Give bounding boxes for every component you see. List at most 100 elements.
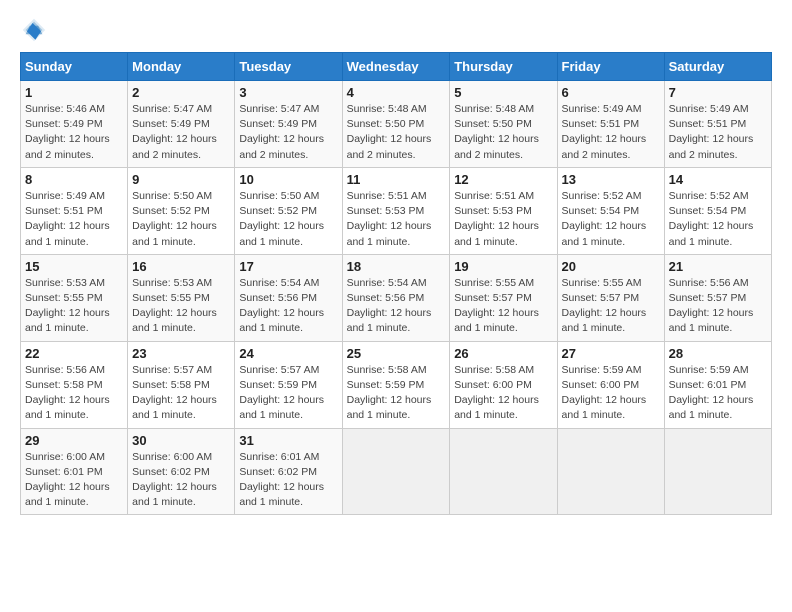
calendar-cell: 12 Sunrise: 5:51 AM Sunset: 5:53 PM Dayli… xyxy=(450,167,557,254)
calendar-cell: 31 Sunrise: 6:01 AM Sunset: 6:02 PM Dayli… xyxy=(235,428,342,515)
calendar-cell: 17 Sunrise: 5:54 AM Sunset: 5:56 PM Dayli… xyxy=(235,254,342,341)
logo-icon xyxy=(20,16,48,44)
day-number: 1 xyxy=(25,85,123,100)
day-info: Sunrise: 5:59 AM Sunset: 6:01 PM Dayligh… xyxy=(669,363,767,424)
calendar-cell: 16 Sunrise: 5:53 AM Sunset: 5:55 PM Dayli… xyxy=(128,254,235,341)
day-number: 20 xyxy=(562,259,660,274)
calendar-cell: 5 Sunrise: 5:48 AM Sunset: 5:50 PM Daylig… xyxy=(450,81,557,168)
calendar-week-row: 8 Sunrise: 5:49 AM Sunset: 5:51 PM Daylig… xyxy=(21,167,772,254)
day-info: Sunrise: 5:55 AM Sunset: 5:57 PM Dayligh… xyxy=(454,276,552,337)
calendar-cell: 15Sunrise: 5:53 AM Sunset: 5:55 PM Dayli… xyxy=(21,254,128,341)
day-info: Sunrise: 5:48 AM Sunset: 5:50 PM Dayligh… xyxy=(454,102,552,163)
calendar-cell xyxy=(342,428,450,515)
logo xyxy=(20,16,52,44)
day-number: 18 xyxy=(347,259,446,274)
day-info: Sunrise: 5:52 AM Sunset: 5:54 PM Dayligh… xyxy=(669,189,767,250)
day-info: Sunrise: 5:46 AM Sunset: 5:49 PM Dayligh… xyxy=(25,102,123,163)
calendar-cell: 2 Sunrise: 5:47 AM Sunset: 5:49 PM Daylig… xyxy=(128,81,235,168)
day-info: Sunrise: 6:00 AM Sunset: 6:01 PM Dayligh… xyxy=(25,450,123,511)
calendar-cell: 22Sunrise: 5:56 AM Sunset: 5:58 PM Dayli… xyxy=(21,341,128,428)
calendar-cell: 11 Sunrise: 5:51 AM Sunset: 5:53 PM Dayli… xyxy=(342,167,450,254)
calendar-cell: 26Sunrise: 5:58 AM Sunset: 6:00 PM Dayli… xyxy=(450,341,557,428)
calendar-cell: 23 Sunrise: 5:57 AM Sunset: 5:58 PM Dayli… xyxy=(128,341,235,428)
day-info: Sunrise: 5:54 AM Sunset: 5:56 PM Dayligh… xyxy=(347,276,446,337)
calendar-table: SundayMondayTuesdayWednesdayThursdayFrid… xyxy=(20,52,772,515)
day-number: 29 xyxy=(25,433,123,448)
day-info: Sunrise: 5:58 AM Sunset: 5:59 PM Dayligh… xyxy=(347,363,446,424)
calendar-cell: 4 Sunrise: 5:48 AM Sunset: 5:50 PM Daylig… xyxy=(342,81,450,168)
calendar-week-row: 22Sunrise: 5:56 AM Sunset: 5:58 PM Dayli… xyxy=(21,341,772,428)
calendar-cell: 30Sunrise: 6:00 AM Sunset: 6:02 PM Dayli… xyxy=(128,428,235,515)
calendar-cell xyxy=(664,428,771,515)
day-info: Sunrise: 5:47 AM Sunset: 5:49 PM Dayligh… xyxy=(132,102,230,163)
day-number: 14 xyxy=(669,172,767,187)
day-info: Sunrise: 5:56 AM Sunset: 5:57 PM Dayligh… xyxy=(669,276,767,337)
day-number: 13 xyxy=(562,172,660,187)
calendar-cell: 18 Sunrise: 5:54 AM Sunset: 5:56 PM Dayli… xyxy=(342,254,450,341)
day-info: Sunrise: 5:53 AM Sunset: 5:55 PM Dayligh… xyxy=(25,276,123,337)
day-info: Sunrise: 5:49 AM Sunset: 5:51 PM Dayligh… xyxy=(25,189,123,250)
page-header xyxy=(20,16,772,44)
day-info: Sunrise: 6:00 AM Sunset: 6:02 PM Dayligh… xyxy=(132,450,230,511)
day-info: Sunrise: 5:51 AM Sunset: 5:53 PM Dayligh… xyxy=(347,189,446,250)
day-info: Sunrise: 5:47 AM Sunset: 5:49 PM Dayligh… xyxy=(239,102,337,163)
day-number: 12 xyxy=(454,172,552,187)
day-info: Sunrise: 5:50 AM Sunset: 5:52 PM Dayligh… xyxy=(239,189,337,250)
day-info: Sunrise: 5:52 AM Sunset: 5:54 PM Dayligh… xyxy=(562,189,660,250)
day-info: Sunrise: 5:59 AM Sunset: 6:00 PM Dayligh… xyxy=(562,363,660,424)
day-number: 25 xyxy=(347,346,446,361)
calendar-cell: 6 Sunrise: 5:49 AM Sunset: 5:51 PM Daylig… xyxy=(557,81,664,168)
day-info: Sunrise: 5:51 AM Sunset: 5:53 PM Dayligh… xyxy=(454,189,552,250)
calendar-cell: 7 Sunrise: 5:49 AM Sunset: 5:51 PM Daylig… xyxy=(664,81,771,168)
calendar-cell: 25 Sunrise: 5:58 AM Sunset: 5:59 PM Dayli… xyxy=(342,341,450,428)
day-number: 6 xyxy=(562,85,660,100)
column-header-saturday: Saturday xyxy=(664,53,771,81)
day-number: 19 xyxy=(454,259,552,274)
calendar-cell: 3 Sunrise: 5:47 AM Sunset: 5:49 PM Daylig… xyxy=(235,81,342,168)
day-number: 10 xyxy=(239,172,337,187)
column-header-sunday: Sunday xyxy=(21,53,128,81)
calendar-cell: 10 Sunrise: 5:50 AM Sunset: 5:52 PM Dayli… xyxy=(235,167,342,254)
day-info: Sunrise: 5:55 AM Sunset: 5:57 PM Dayligh… xyxy=(562,276,660,337)
calendar-cell: 29 Sunrise: 6:00 AM Sunset: 6:01 PM Dayli… xyxy=(21,428,128,515)
day-info: Sunrise: 5:48 AM Sunset: 5:50 PM Dayligh… xyxy=(347,102,446,163)
calendar-cell: 20 Sunrise: 5:55 AM Sunset: 5:57 PM Dayli… xyxy=(557,254,664,341)
calendar-cell: 24Sunrise: 5:57 AM Sunset: 5:59 PM Dayli… xyxy=(235,341,342,428)
day-number: 2 xyxy=(132,85,230,100)
day-info: Sunrise: 5:53 AM Sunset: 5:55 PM Dayligh… xyxy=(132,276,230,337)
day-info: Sunrise: 5:50 AM Sunset: 5:52 PM Dayligh… xyxy=(132,189,230,250)
calendar-cell: 9Sunrise: 5:50 AM Sunset: 5:52 PM Daylig… xyxy=(128,167,235,254)
day-number: 5 xyxy=(454,85,552,100)
calendar-week-row: 15Sunrise: 5:53 AM Sunset: 5:55 PM Dayli… xyxy=(21,254,772,341)
day-number: 16 xyxy=(132,259,230,274)
calendar-cell: 27 Sunrise: 5:59 AM Sunset: 6:00 PM Dayli… xyxy=(557,341,664,428)
calendar-header-row: SundayMondayTuesdayWednesdayThursdayFrid… xyxy=(21,53,772,81)
day-info: Sunrise: 6:01 AM Sunset: 6:02 PM Dayligh… xyxy=(239,450,337,511)
day-info: Sunrise: 5:54 AM Sunset: 5:56 PM Dayligh… xyxy=(239,276,337,337)
day-info: Sunrise: 5:49 AM Sunset: 5:51 PM Dayligh… xyxy=(669,102,767,163)
calendar-cell: 28Sunrise: 5:59 AM Sunset: 6:01 PM Dayli… xyxy=(664,341,771,428)
day-number: 3 xyxy=(239,85,337,100)
day-number: 31 xyxy=(239,433,337,448)
calendar-cell: 8 Sunrise: 5:49 AM Sunset: 5:51 PM Daylig… xyxy=(21,167,128,254)
calendar-cell: 14 Sunrise: 5:52 AM Sunset: 5:54 PM Dayli… xyxy=(664,167,771,254)
day-number: 7 xyxy=(669,85,767,100)
day-number: 23 xyxy=(132,346,230,361)
calendar-cell xyxy=(450,428,557,515)
day-number: 11 xyxy=(347,172,446,187)
calendar-cell: 19 Sunrise: 5:55 AM Sunset: 5:57 PM Dayli… xyxy=(450,254,557,341)
day-number: 4 xyxy=(347,85,446,100)
calendar-week-row: 1 Sunrise: 5:46 AM Sunset: 5:49 PM Daylig… xyxy=(21,81,772,168)
day-number: 8 xyxy=(25,172,123,187)
column-header-monday: Monday xyxy=(128,53,235,81)
day-info: Sunrise: 5:57 AM Sunset: 5:58 PM Dayligh… xyxy=(132,363,230,424)
calendar-cell: 1 Sunrise: 5:46 AM Sunset: 5:49 PM Daylig… xyxy=(21,81,128,168)
day-number: 27 xyxy=(562,346,660,361)
column-header-wednesday: Wednesday xyxy=(342,53,450,81)
day-info: Sunrise: 5:49 AM Sunset: 5:51 PM Dayligh… xyxy=(562,102,660,163)
day-info: Sunrise: 5:57 AM Sunset: 5:59 PM Dayligh… xyxy=(239,363,337,424)
column-header-friday: Friday xyxy=(557,53,664,81)
calendar-cell xyxy=(557,428,664,515)
day-number: 22 xyxy=(25,346,123,361)
day-number: 17 xyxy=(239,259,337,274)
